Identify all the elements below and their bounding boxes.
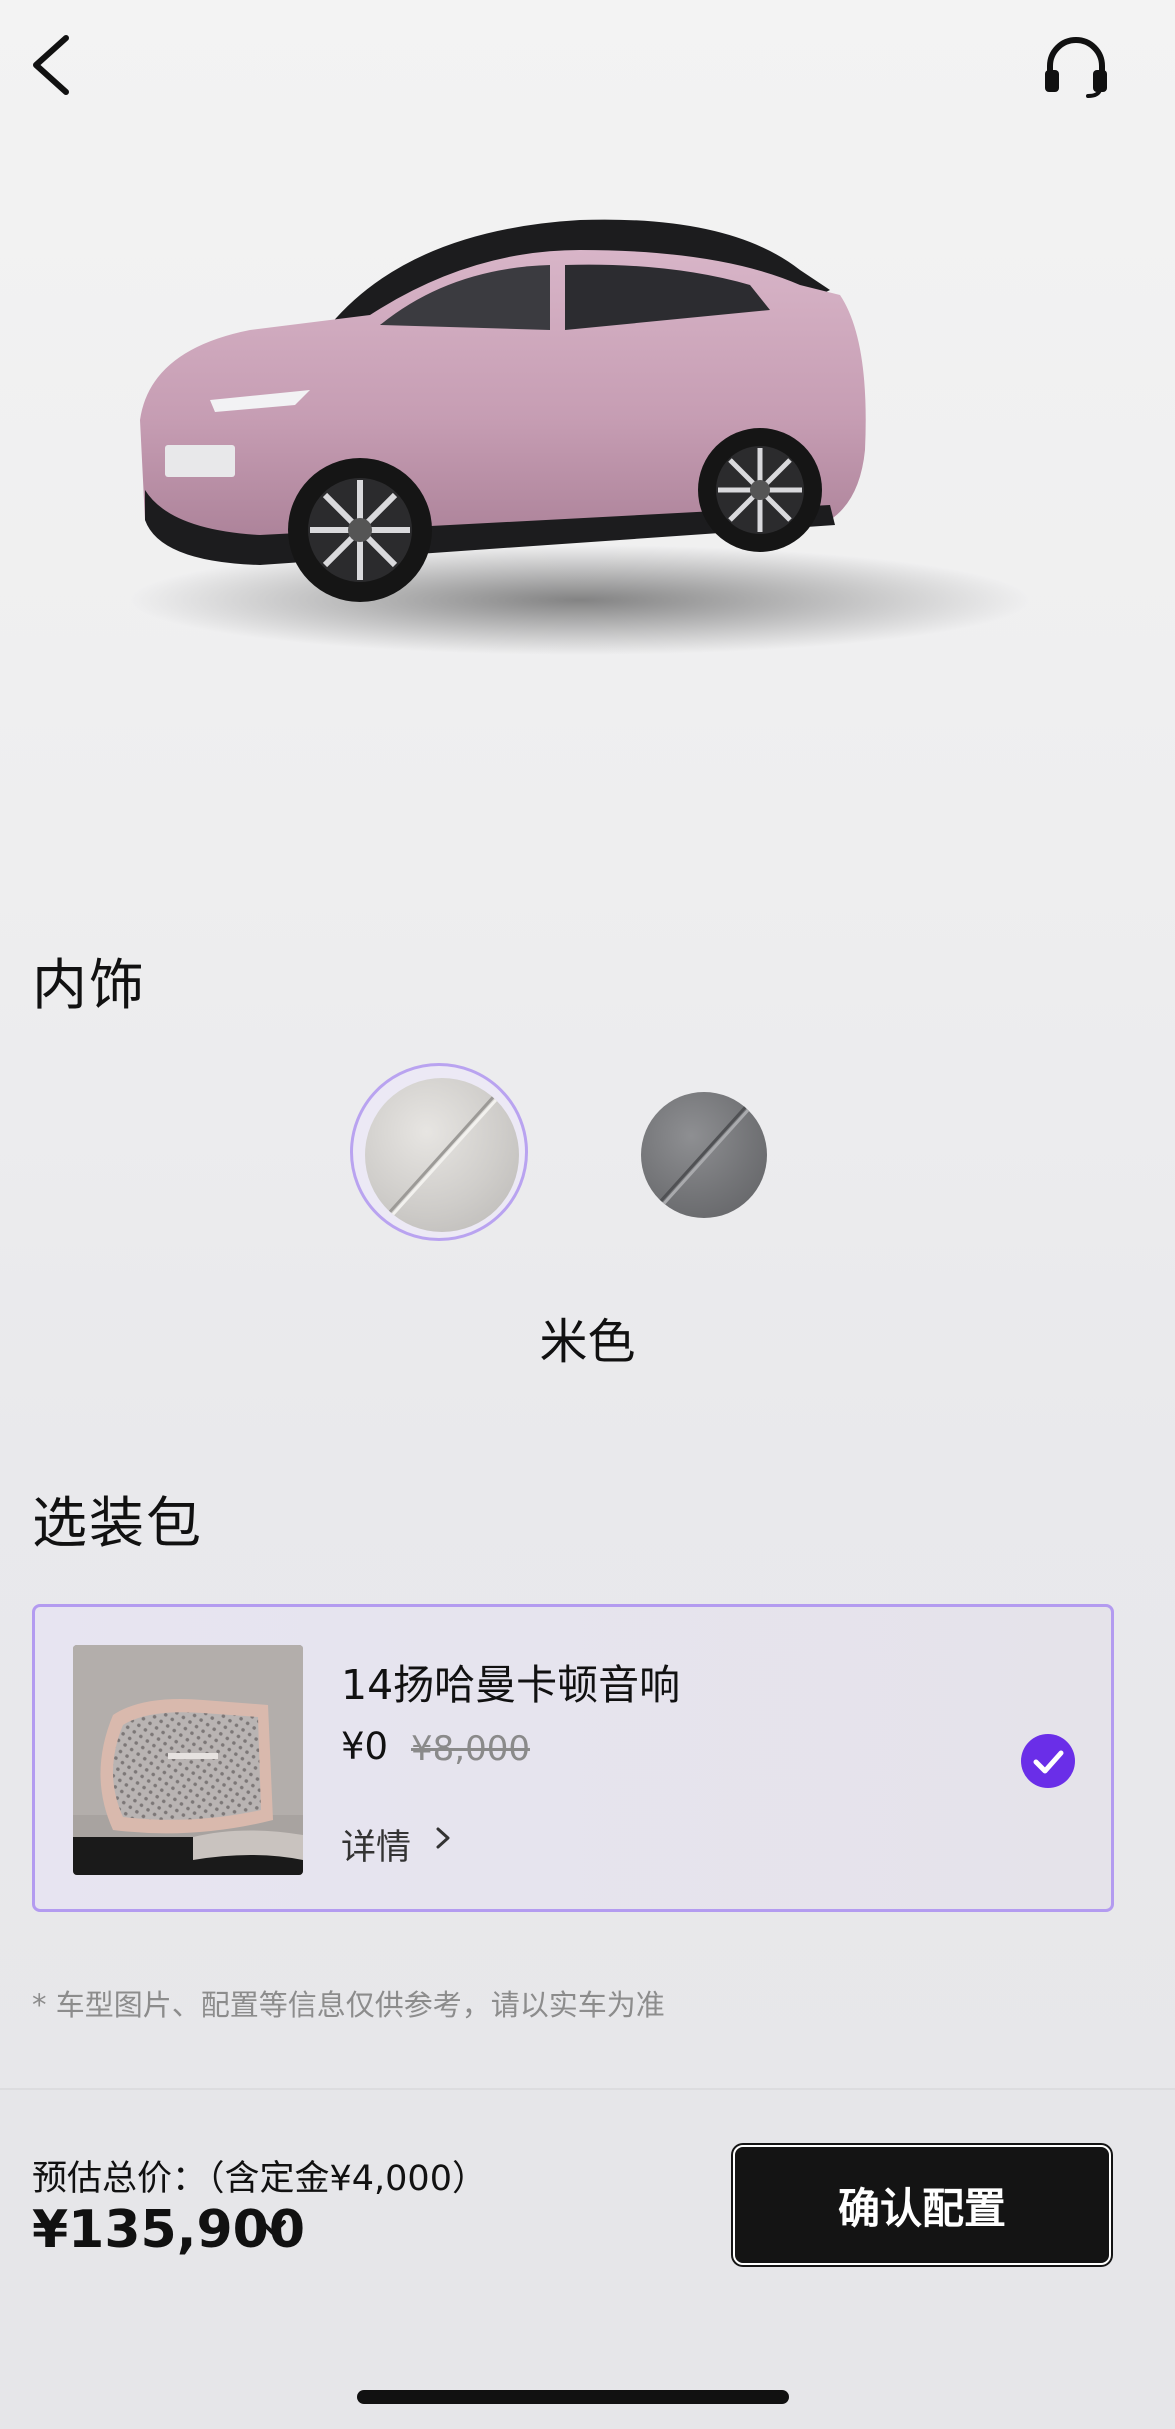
chevron-left-icon [33, 35, 69, 95]
total-price-label: 预估总价：（含定金¥4,000） [32, 2159, 487, 2199]
headset-icon [1045, 37, 1107, 98]
package-original-price: ¥8,000 [411, 1729, 530, 1769]
interior-section-title: 内饰 [32, 953, 147, 1017]
package-name: 14扬哈曼卡顿音响 [341, 1661, 681, 1709]
interior-swatch-beige[interactable] [365, 1078, 519, 1232]
speaker-thumbnail [73, 1645, 303, 1875]
packages-section-title: 选装包 [32, 1491, 204, 1555]
chevron-down-icon[interactable] [256, 2213, 290, 2243]
back-button[interactable] [24, 30, 84, 100]
package-price: ¥0 [341, 1725, 389, 1768]
disclaimer-text: * 车型图片、配置等信息仅供参考，请以实车为准 [32, 1988, 665, 2022]
car-image [110, 190, 1050, 670]
selected-interior-label: 米色 [539, 1314, 636, 1370]
package-selected-check[interactable] [1021, 1734, 1075, 1788]
package-card[interactable]: 14扬哈曼卡顿音响 ¥0 ¥8,000 详情 [32, 1604, 1114, 1912]
checkmark-icon [1033, 1750, 1064, 1774]
package-detail-link[interactable]: 详情 [341, 1819, 411, 1870]
chevron-right-icon [429, 1823, 457, 1853]
confirm-config-button[interactable]: 确认配置 [733, 2145, 1111, 2265]
home-indicator [357, 2390, 789, 2404]
interior-swatch-grey[interactable] [641, 1092, 767, 1218]
customer-service-button[interactable] [1036, 30, 1116, 100]
